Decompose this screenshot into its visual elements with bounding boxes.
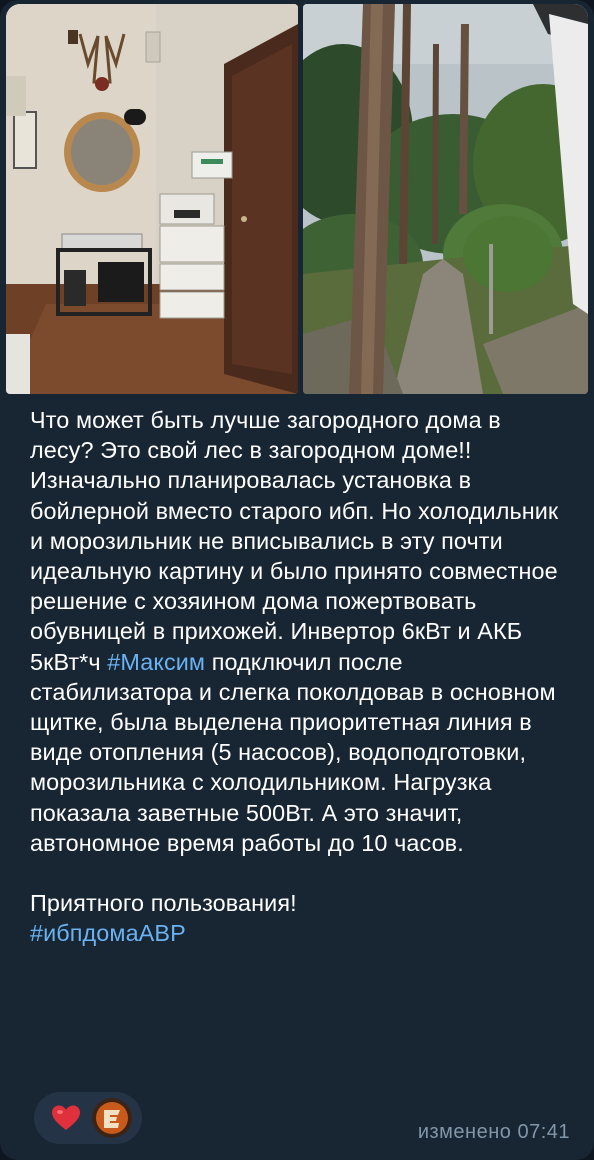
message-text: Что может быть лучше загородного дома в … — [30, 405, 570, 948]
forest-photo-image — [303, 4, 588, 394]
body-text-start: Изначально планировалась установка в бой… — [30, 467, 559, 675]
photo-forest[interactable] — [303, 4, 588, 394]
heart-icon — [52, 1105, 80, 1130]
hallway-photo-image — [6, 4, 298, 394]
hashtag-ibpdomaavr[interactable]: #ибпдомаАВР — [30, 920, 186, 946]
message-paragraph-intro: Что может быть лучше загородного дома в … — [30, 407, 501, 464]
reactor-avatar[interactable] — [92, 1098, 132, 1138]
photo-album — [6, 4, 588, 394]
body-text-end: подключил после стабилизатора и слегка п… — [30, 648, 556, 856]
hashtag-maksim[interactable]: #Максим — [107, 649, 205, 675]
edited-timestamp: изменено 07:41 — [417, 1121, 570, 1143]
message-closing: Приятного пользования! — [30, 890, 297, 917]
message-bubble: Что может быть лучше загородного дома в … — [0, 0, 594, 1160]
message-paragraph-body: Изначально планировалась установка в бой… — [30, 465, 570, 858]
reaction-chip[interactable] — [34, 1092, 142, 1144]
avatar-logo-icon — [92, 1098, 132, 1138]
photo-hallway[interactable] — [6, 4, 298, 394]
